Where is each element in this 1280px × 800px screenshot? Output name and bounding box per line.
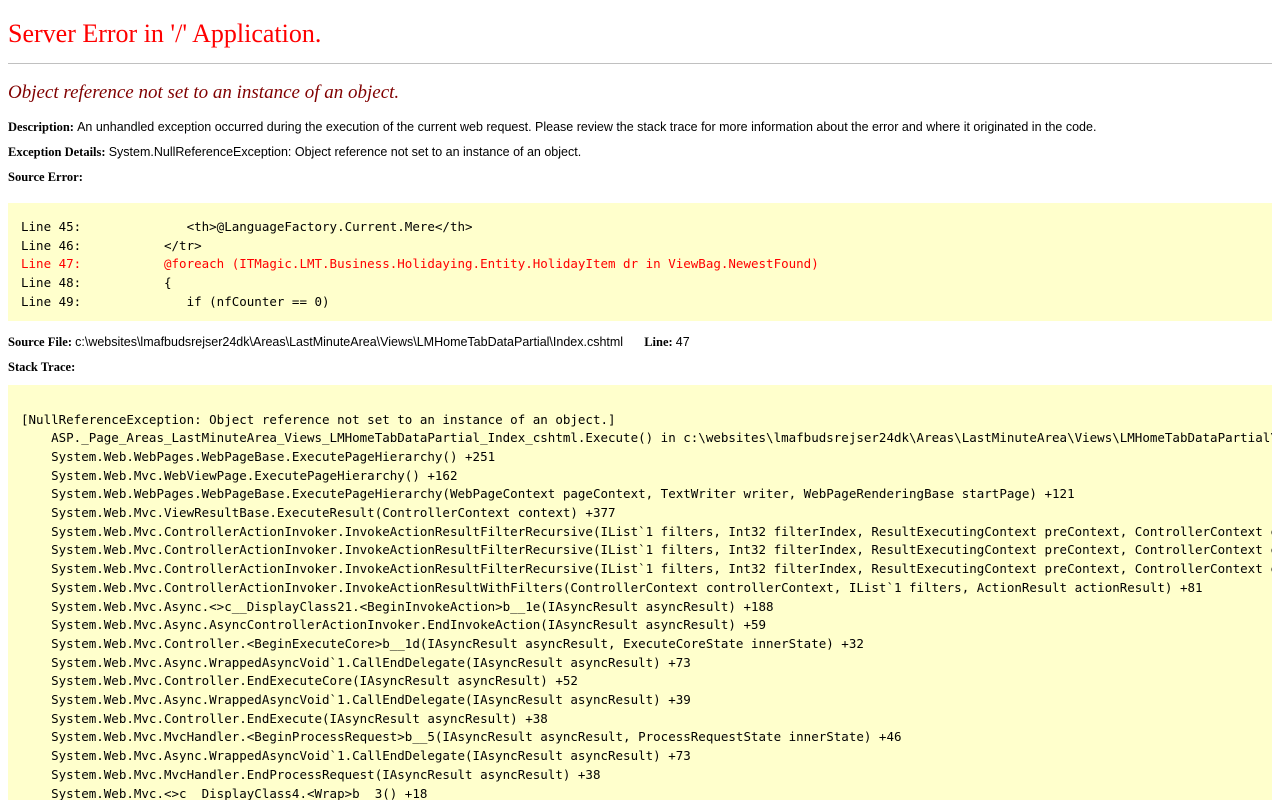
stack-frame: System.Web.WebPages.WebPageBase.ExecuteP…	[21, 486, 1075, 502]
stack-frame: System.Web.Mvc.Controller.<BeginExecuteC…	[21, 635, 864, 651]
line-label: Line:	[644, 334, 673, 349]
stack-frame: System.Web.Mvc.Controller.EndExecute(IAs…	[21, 710, 548, 726]
page-title: Server Error in '/' Application.	[8, 19, 322, 48]
source-code-line: Line 49: if (nfCounter == 0)	[21, 293, 330, 309]
stack-frame: System.Web.Mvc.ControllerActionInvoker.I…	[51, 523, 1272, 539]
server-error-page: Server Error in '/' Application. Object …	[0, 18, 1280, 800]
stack-frame: System.Web.Mvc.Async.WrappedAsyncVoid`1.…	[21, 654, 691, 670]
stack-frame: System.Web.Mvc.Controller.EndExecuteCore…	[21, 673, 578, 689]
source-code-line: Line 48: {	[21, 275, 172, 291]
source-error-heading: Source Error:	[8, 170, 1272, 185]
source-code-line: Line 45: <th>@LanguageFactory.Current.Me…	[21, 219, 473, 234]
stack-frame: System.Web.Mvc.WebViewPage.ExecutePageHi…	[21, 467, 458, 483]
exception-details-text: System.NullReferenceException: Object re…	[108, 145, 582, 159]
stack-frame: System.Web.Mvc.MvcHandler.EndProcessRequ…	[21, 766, 601, 782]
stack-frame: [NullReferenceException: Object referenc…	[21, 411, 616, 427]
source-error-label: Source Error:	[8, 170, 83, 184]
source-file-label: Source File:	[8, 334, 72, 349]
stack-frame: System.Web.Mvc.<>c__DisplayClass4.<Wrap>…	[21, 785, 428, 800]
exception-details-row: Exception Details: System.NullReferenceE…	[8, 145, 1272, 160]
stack-trace: [NullReferenceException: Object referenc…	[8, 385, 1272, 800]
description-row: Description: An unhandled exception occu…	[8, 120, 1272, 135]
source-code-line: Line 47: @foreach (ITMagic.LMT.Business.…	[21, 256, 819, 272]
source-code-line: Line 46: </tr>	[21, 237, 202, 253]
stack-frame: System.Web.Mvc.ControllerActionInvoker.I…	[51, 542, 1272, 558]
stack-frame: System.Web.Mvc.Async.WrappedAsyncVoid`1.…	[21, 748, 691, 764]
source-code: Line 45: <th>@LanguageFactory.Current.Me…	[8, 203, 1272, 321]
title-divider	[8, 63, 1272, 64]
source-file-row: Source File: c:\websites\lmafbudsrejser2…	[8, 335, 1272, 350]
stack-frame: System.Web.Mvc.MvcHandler.<BeginProcessR…	[21, 729, 902, 745]
stack-trace-box: [NullReferenceException: Object referenc…	[8, 384, 1272, 800]
source-error-box: Line 45: <th>@LanguageFactory.Current.Me…	[8, 203, 1272, 321]
stack-trace-label: Stack Trace:	[8, 359, 76, 374]
error-subtitle: Object reference not set to an instance …	[8, 82, 400, 103]
stack-trace-heading: Stack Trace:	[8, 360, 1272, 375]
source-file-path: c:\websites\lmafbudsrejser24dk\Areas\Las…	[75, 334, 624, 349]
stack-frame: System.Web.Mvc.Async.WrappedAsyncVoid`1.…	[21, 692, 691, 708]
line-number: 47	[675, 334, 690, 349]
stack-frame: System.Web.Mvc.Async.<>c__DisplayClass21…	[21, 598, 774, 614]
stack-frame: System.Web.Mvc.ViewResultBase.ExecuteRes…	[21, 505, 616, 521]
stack-frame: System.Web.Mvc.Async.AsyncControllerActi…	[21, 617, 767, 633]
stack-frame: System.Web.Mvc.ControllerActionInvoker.I…	[21, 579, 1203, 595]
description-text: An unhandled exception occurred during t…	[77, 120, 1097, 134]
stack-frame: System.Web.Mvc.ControllerActionInvoker.I…	[51, 561, 1272, 577]
stack-frame: ASP._Page_Areas_LastMinuteArea_Views_LMH…	[21, 430, 1272, 446]
exception-details-label: Exception Details:	[8, 145, 106, 159]
stack-frame: System.Web.WebPages.WebPageBase.ExecuteP…	[21, 448, 496, 464]
description-label: Description:	[8, 120, 74, 134]
